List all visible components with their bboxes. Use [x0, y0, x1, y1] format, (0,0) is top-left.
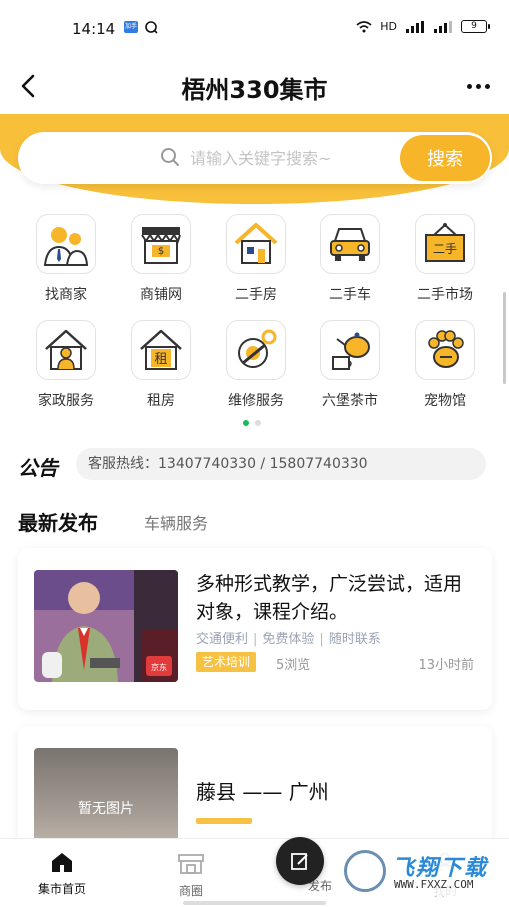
category-shop-network[interactable]: $ 商铺网 — [113, 214, 209, 304]
secondhand-sign-icon: 二手 — [415, 214, 475, 274]
rent-house-icon: 租 — [131, 320, 191, 380]
svg-text:$: $ — [158, 246, 164, 257]
home-icon — [52, 853, 72, 872]
category-repair[interactable]: 维修服务 — [208, 320, 304, 410]
category-pet[interactable]: 宠物馆 — [397, 320, 493, 410]
category-label: 六堡茶市 — [322, 393, 378, 409]
housekeeping-icon — [36, 320, 96, 380]
post-time: 13小时前 — [418, 658, 474, 673]
category-housekeeping[interactable]: 家政服务 — [18, 320, 114, 410]
storefront-icon: $ — [131, 214, 191, 274]
search-button[interactable]: 搜索 — [400, 135, 490, 181]
edit-icon — [291, 853, 308, 870]
notice-label: 公告 — [18, 456, 58, 480]
category-label: 商铺网 — [140, 287, 182, 303]
category-label: 宠物馆 — [424, 393, 466, 409]
category-secondhand-car[interactable]: 二手车 — [302, 214, 398, 304]
tab-label: 集市首页 — [37, 882, 86, 896]
more-dot-icon — [466, 83, 472, 89]
svg-text:租: 租 — [154, 352, 167, 367]
category-rent[interactable]: 租 租房 — [113, 320, 209, 410]
category-badge — [196, 818, 252, 824]
search-icon — [161, 148, 179, 166]
repair-gear-icon — [226, 320, 286, 380]
category-secondhand-house[interactable]: 二手房 — [208, 214, 304, 304]
post-card[interactable]: 京东 多种形式教学，广泛尝试，适用对象，课程介绍。 交通便利 | 免费体验 | 随时联系… — [18, 548, 492, 710]
view-count: 5浏览 — [276, 658, 311, 673]
watermark-logo-icon — [344, 850, 386, 892]
scrollbar[interactable] — [503, 292, 506, 384]
category-label: 二手车 — [329, 287, 371, 303]
status-right: HD 9 — [356, 20, 490, 33]
paw-icon — [415, 320, 475, 380]
page-dot-active[interactable] — [243, 420, 249, 426]
post-tag: 交通便利 — [196, 632, 249, 647]
post-title: 多种形式教学，广泛尝试，适用对象，课程介绍。 — [196, 573, 463, 623]
tab-business-circle[interactable]: 商圈 — [151, 851, 231, 899]
teapot-icon — [320, 320, 380, 380]
carousel-dots — [243, 420, 261, 426]
post-tags: 交通便利 | 免费体验 | 随时联系 — [196, 632, 381, 647]
merchant-people-icon — [36, 214, 96, 274]
post-title: 藤县 —— 广州 — [196, 780, 329, 804]
category-badge: 艺术培训 — [196, 652, 257, 672]
watermark: 飞翔下载 WWW.FXXZ.COM — [340, 846, 502, 896]
no-image-label: 暂无图片 — [78, 801, 134, 817]
category-label: 找商家 — [45, 287, 87, 303]
network-hd-label: HD — [380, 20, 397, 33]
post-tag: 随时联系 — [328, 632, 381, 647]
app-badge-icon: 加手 — [124, 21, 138, 33]
page-title: 梧州330集市 — [181, 76, 328, 104]
post-card[interactable]: 暂无图片 藤县 —— 广州 — [18, 726, 492, 838]
wifi-icon — [356, 20, 372, 32]
tab-vehicle-service[interactable]: 车辆服务 — [144, 510, 208, 534]
category-label: 维修服务 — [228, 393, 284, 409]
status-time: 14:14 — [72, 20, 116, 38]
home-indicator — [183, 901, 326, 905]
battery-icon: 9 — [461, 20, 490, 33]
tab-latest[interactable]: 最新发布 — [18, 507, 98, 536]
house-icon — [226, 214, 286, 274]
more-dot-icon — [484, 83, 490, 89]
svg-text:京东: 京东 — [151, 662, 167, 672]
more-button[interactable] — [461, 72, 495, 100]
no-image-placeholder: 暂无图片 — [34, 748, 178, 838]
category-label: 家政服务 — [38, 393, 94, 409]
category-secondhand-market[interactable]: 二手 二手市场 — [397, 214, 493, 304]
main-content[interactable]: 搜索 找商家 $ 商铺网 二手房 二手车 二手 二手市场 家政服 — [0, 114, 509, 838]
status-bar: 14:14 加手 HD 9 — [0, 0, 509, 58]
page-dot[interactable] — [255, 420, 261, 426]
tab-label: 商圈 — [178, 884, 203, 898]
svg-text:二手: 二手 — [433, 242, 457, 256]
notice-bar[interactable]: 客服热线：13407740330 / 15807740330 — [76, 448, 486, 480]
search-input[interactable] — [190, 144, 410, 172]
signal-2-icon — [434, 20, 452, 33]
post-thumbnail: 京东 — [34, 570, 178, 682]
more-dot-icon — [475, 83, 481, 89]
category-label: 租房 — [147, 393, 175, 409]
tab-market-home[interactable]: 集市首页 — [22, 851, 102, 897]
signal-icon — [406, 20, 424, 33]
loop-icon — [145, 21, 158, 34]
shop-icon — [178, 854, 204, 874]
search-bar: 搜索 — [18, 132, 492, 184]
category-find-merchant[interactable]: 找商家 — [18, 214, 114, 304]
publish-button[interactable] — [276, 837, 324, 885]
category-label: 二手市场 — [417, 287, 473, 303]
car-icon — [320, 214, 380, 274]
watermark-url: WWW.FXXZ.COM — [394, 878, 474, 891]
nav-bar: 梧州330集市 — [0, 58, 509, 114]
category-label: 二手房 — [235, 287, 277, 303]
post-tag: 免费体验 — [262, 632, 315, 647]
status-left-icons: 加手 — [124, 20, 158, 34]
category-liubao-tea[interactable]: 六堡茶市 — [302, 320, 398, 410]
